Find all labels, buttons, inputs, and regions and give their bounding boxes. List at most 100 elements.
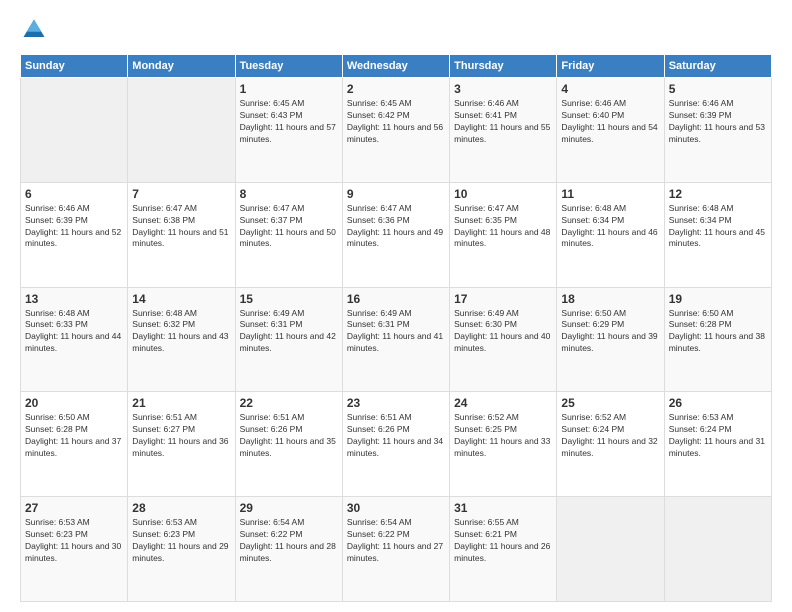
day-cell (21, 78, 128, 183)
sunset-text: Sunset: 6:41 PM (454, 110, 552, 122)
day-number: 31 (454, 501, 552, 515)
sunset-text: Sunset: 6:30 PM (454, 319, 552, 331)
sunrise-text: Sunrise: 6:52 AM (454, 412, 552, 424)
sunrise-text: Sunrise: 6:50 AM (25, 412, 123, 424)
day-info: Sunrise: 6:45 AMSunset: 6:43 PMDaylight:… (240, 98, 338, 146)
daylight-text: Daylight: 11 hours and 41 minutes. (347, 331, 445, 355)
sunset-text: Sunset: 6:34 PM (561, 215, 659, 227)
day-info: Sunrise: 6:51 AMSunset: 6:26 PMDaylight:… (347, 412, 445, 460)
day-number: 5 (669, 82, 767, 96)
day-cell: 18Sunrise: 6:50 AMSunset: 6:29 PMDayligh… (557, 287, 664, 392)
day-info: Sunrise: 6:48 AMSunset: 6:33 PMDaylight:… (25, 308, 123, 356)
day-cell: 13Sunrise: 6:48 AMSunset: 6:33 PMDayligh… (21, 287, 128, 392)
sunrise-text: Sunrise: 6:48 AM (25, 308, 123, 320)
calendar-header: SundayMondayTuesdayWednesdayThursdayFrid… (21, 55, 772, 78)
sunset-text: Sunset: 6:22 PM (347, 529, 445, 541)
day-info: Sunrise: 6:46 AMSunset: 6:41 PMDaylight:… (454, 98, 552, 146)
day-number: 6 (25, 187, 123, 201)
sunrise-text: Sunrise: 6:47 AM (132, 203, 230, 215)
day-cell: 16 Sunrise: 6:49 AMSunset: 6:31 PMDayligh… (342, 287, 449, 392)
sunrise-text: Sunrise: 6:50 AM (669, 308, 767, 320)
day-cell: 31Sunrise: 6:55 AMSunset: 6:21 PMDayligh… (450, 497, 557, 602)
sunset-text: Sunset: 6:39 PM (669, 110, 767, 122)
sunset-text: Sunset: 6:25 PM (454, 424, 552, 436)
day-number: 9 (347, 187, 445, 201)
sunset-text: Sunset: 6:27 PM (132, 424, 230, 436)
daylight-text: Daylight: 11 hours and 33 minutes. (454, 436, 552, 460)
sunrise-text: Sunrise: 6:45 AM (240, 98, 338, 110)
day-cell: 29 Sunrise: 6:54 AMSunset: 6:22 PMDayligh… (235, 497, 342, 602)
daylight-text: Daylight: 11 hours and 53 minutes. (669, 122, 767, 146)
sunrise-text: Sunrise: 6:46 AM (25, 203, 123, 215)
week-row-4: 20Sunrise: 6:50 AMSunset: 6:28 PMDayligh… (21, 392, 772, 497)
daylight-text: Daylight: 11 hours and 44 minutes. (25, 331, 123, 355)
daylight-text: Daylight: 11 hours and 45 minutes. (669, 227, 767, 251)
day-info: Sunrise: 6:53 AMSunset: 6:23 PMDaylight:… (132, 517, 230, 565)
weekday-header-thursday: Thursday (450, 55, 557, 78)
day-cell: 7Sunrise: 6:47 AMSunset: 6:38 PMDaylight… (128, 182, 235, 287)
daylight-text: Daylight: 11 hours and 36 minutes. (132, 436, 230, 460)
daylight-text: Daylight: 11 hours and 28 minutes. (240, 541, 338, 565)
day-cell: 10 Sunrise: 6:47 AMSunset: 6:35 PMDayligh… (450, 182, 557, 287)
logo-icon (20, 16, 48, 44)
day-info: Sunrise: 6:51 AMSunset: 6:26 PMDaylight:… (240, 412, 338, 460)
day-cell: 26Sunrise: 6:53 AMSunset: 6:24 PMDayligh… (664, 392, 771, 497)
sunrise-text: Sunrise: 6:46 AM (454, 98, 552, 110)
day-cell: 25Sunrise: 6:52 AMSunset: 6:24 PMDayligh… (557, 392, 664, 497)
day-info: Sunrise: 6:53 AMSunset: 6:23 PMDaylight:… (25, 517, 123, 565)
daylight-text: Daylight: 11 hours and 43 minutes. (132, 331, 230, 355)
day-number: 7 (132, 187, 230, 201)
day-number: 30 (347, 501, 445, 515)
day-cell: 20Sunrise: 6:50 AMSunset: 6:28 PMDayligh… (21, 392, 128, 497)
week-row-3: 13Sunrise: 6:48 AMSunset: 6:33 PMDayligh… (21, 287, 772, 392)
day-cell: 12Sunrise: 6:48 AMSunset: 6:34 PMDayligh… (664, 182, 771, 287)
daylight-text: Daylight: 11 hours and 42 minutes. (240, 331, 338, 355)
day-number: 19 (669, 292, 767, 306)
sunset-text: Sunset: 6:26 PM (347, 424, 445, 436)
day-number: 21 (132, 396, 230, 410)
sunrise-text: Sunrise: 6:53 AM (25, 517, 123, 529)
daylight-text: Daylight: 11 hours and 46 minutes. (561, 227, 659, 251)
day-number: 10 (454, 187, 552, 201)
day-number: 23 (347, 396, 445, 410)
sunrise-text: Sunrise: 6:49 AM (347, 308, 445, 320)
week-row-5: 27 Sunrise: 6:53 AMSunset: 6:23 PMDayligh… (21, 497, 772, 602)
day-info: Sunrise: 6:53 AMSunset: 6:24 PMDaylight:… (669, 412, 767, 460)
sunrise-text: Sunrise: 6:50 AM (561, 308, 659, 320)
day-info: Sunrise: 6:46 AMSunset: 6:39 PMDaylight:… (669, 98, 767, 146)
day-info: Sunrise: 6:49 AMSunset: 6:31 PMDaylight:… (240, 308, 338, 356)
weekday-header-monday: Monday (128, 55, 235, 78)
day-number: 16 (347, 292, 445, 306)
sunrise-text: Sunrise: 6:47 AM (240, 203, 338, 215)
sunrise-text: Sunrise: 6:53 AM (132, 517, 230, 529)
sunset-text: Sunset: 6:24 PM (561, 424, 659, 436)
day-info: Sunrise: 6:48 AMSunset: 6:32 PMDaylight:… (132, 308, 230, 356)
day-number: 1 (240, 82, 338, 96)
day-number: 27 (25, 501, 123, 515)
day-number: 17 (454, 292, 552, 306)
day-cell: 4Sunrise: 6:46 AMSunset: 6:40 PMDaylight… (557, 78, 664, 183)
day-number: 29 (240, 501, 338, 515)
day-number: 24 (454, 396, 552, 410)
day-number: 18 (561, 292, 659, 306)
page: SundayMondayTuesdayWednesdayThursdayFrid… (0, 0, 792, 612)
sunrise-text: Sunrise: 6:46 AM (669, 98, 767, 110)
sunset-text: Sunset: 6:38 PM (132, 215, 230, 227)
day-info: Sunrise: 6:49 AMSunset: 6:31 PMDaylight:… (347, 308, 445, 356)
day-number: 12 (669, 187, 767, 201)
sunset-text: Sunset: 6:42 PM (347, 110, 445, 122)
sunset-text: Sunset: 6:22 PM (240, 529, 338, 541)
day-cell: 3Sunrise: 6:46 AMSunset: 6:41 PMDaylight… (450, 78, 557, 183)
weekday-header-tuesday: Tuesday (235, 55, 342, 78)
calendar-body: 1 Sunrise: 6:45 AMSunset: 6:43 PMDaylight… (21, 78, 772, 602)
daylight-text: Daylight: 11 hours and 27 minutes. (347, 541, 445, 565)
day-info: Sunrise: 6:54 AMSunset: 6:22 PMDaylight:… (240, 517, 338, 565)
sunset-text: Sunset: 6:31 PM (347, 319, 445, 331)
daylight-text: Daylight: 11 hours and 40 minutes. (454, 331, 552, 355)
sunrise-text: Sunrise: 6:46 AM (561, 98, 659, 110)
sunset-text: Sunset: 6:32 PM (132, 319, 230, 331)
day-info: Sunrise: 6:47 AMSunset: 6:35 PMDaylight:… (454, 203, 552, 251)
daylight-text: Daylight: 11 hours and 48 minutes. (454, 227, 552, 251)
day-number: 2 (347, 82, 445, 96)
daylight-text: Daylight: 11 hours and 37 minutes. (25, 436, 123, 460)
